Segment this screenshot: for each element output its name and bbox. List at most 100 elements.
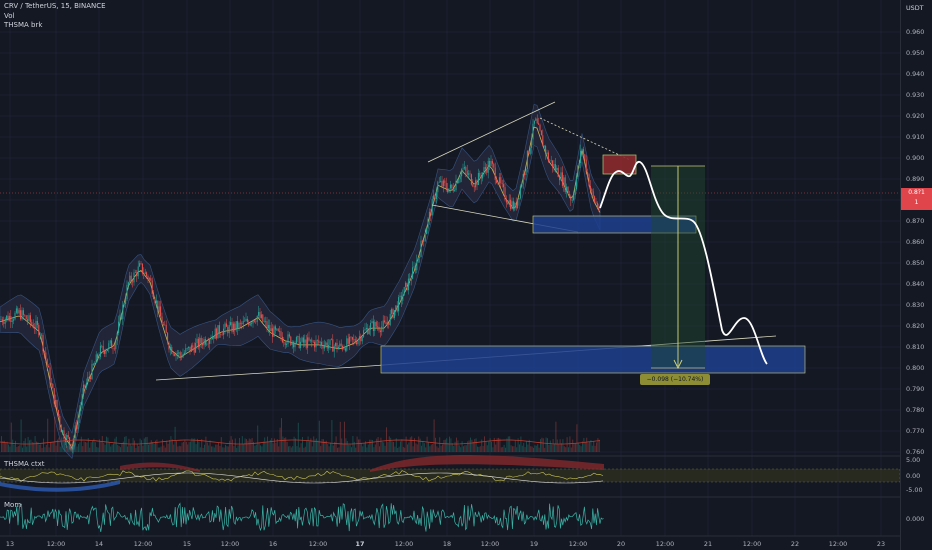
volume-bar [304, 446, 306, 452]
volume-bar [86, 442, 88, 452]
volume-bar [344, 421, 345, 452]
thsma-indicator-label[interactable]: THSMA brk [4, 21, 106, 31]
volume-bar [176, 441, 177, 452]
candle-body [119, 314, 121, 322]
volume-bar [180, 446, 182, 452]
volume-bar [209, 440, 211, 452]
candle-body [533, 120, 535, 124]
volume-bar [51, 442, 53, 452]
candle-body [329, 339, 331, 345]
candle-body [504, 187, 506, 200]
price-chart[interactable] [0, 0, 932, 550]
candle-body [15, 308, 17, 313]
volume-bar [227, 446, 229, 452]
volume-bar [327, 444, 329, 452]
candle-body [413, 266, 415, 268]
time-label: 12:00 [46, 540, 66, 548]
symbol-title[interactable]: CRV / TetherUS, 15, BINANCE [4, 2, 106, 12]
candle-body [7, 315, 9, 321]
momentum-axis-label: 0.000 [906, 515, 925, 523]
candle-body [449, 184, 451, 189]
volume-bar [185, 441, 187, 452]
volume-bar [531, 446, 533, 452]
volume-bar [169, 439, 170, 452]
oscillator-pane-label[interactable]: THSMA ctxt [4, 460, 45, 468]
candle-body [343, 348, 345, 350]
candle-body [193, 347, 195, 353]
volume-indicator-label[interactable]: Vol [4, 12, 106, 22]
volume-bar [281, 418, 282, 452]
candle-body [50, 383, 52, 385]
volume-bar [533, 447, 534, 452]
candle-body [246, 318, 248, 323]
volume-bar [337, 447, 338, 452]
candle-body [78, 411, 80, 418]
candle-body [539, 124, 541, 131]
volume-bar [575, 443, 576, 452]
volume-bar [561, 443, 562, 452]
volume-bar [446, 438, 448, 452]
volume-bar [76, 446, 78, 452]
volume-bar [472, 441, 474, 452]
candle-body [6, 315, 8, 320]
volume-bar [127, 446, 128, 452]
volume-bar [566, 437, 568, 452]
volume-bar [239, 437, 240, 452]
volume-bar [394, 446, 396, 452]
candle-body [406, 282, 408, 291]
candle-body [216, 328, 218, 339]
candle-body [322, 345, 324, 349]
volume-bar [426, 436, 428, 452]
candle-body [385, 322, 387, 325]
volume-bar [218, 442, 219, 452]
price-label: 0.930 [906, 91, 925, 99]
candle-body [518, 198, 520, 200]
momentum-pane-label[interactable]: Mom [4, 501, 21, 509]
volume-bar [468, 440, 470, 452]
volume-bar [183, 442, 184, 452]
volume-bar [451, 443, 453, 452]
volume-bar [320, 445, 322, 452]
volume-bar [118, 446, 120, 452]
volume-bar [192, 438, 194, 452]
volume-bar [335, 436, 337, 452]
volume-bar [254, 445, 256, 452]
candle-body [245, 318, 247, 321]
candle-body [182, 354, 184, 358]
candle-body [104, 350, 106, 354]
candle-body [158, 306, 160, 312]
time-label: 21 [703, 540, 713, 548]
candle-body [559, 177, 561, 181]
volume-bar [110, 446, 112, 452]
candle-body [442, 180, 444, 187]
candle-body [312, 341, 314, 343]
candle-body [567, 186, 569, 195]
candle-body [452, 188, 454, 192]
volume-bar [479, 446, 481, 452]
candle-body [568, 194, 570, 197]
candle-body [580, 150, 582, 163]
candle-body [480, 176, 482, 179]
price-label: 0.920 [906, 112, 925, 120]
candle-body [49, 367, 51, 384]
volume-bar [353, 441, 355, 452]
volume-bar [541, 437, 543, 452]
price-label: 0.870 [906, 217, 925, 225]
volume-bar [402, 446, 404, 452]
volume-bar [386, 427, 387, 452]
volume-bar [16, 446, 18, 452]
candle-body [363, 330, 365, 337]
candle-body [437, 182, 439, 193]
candle-body [22, 310, 24, 315]
candle-body [448, 188, 450, 193]
volume-bar [47, 418, 49, 452]
candle-body [262, 314, 264, 322]
candle-body [147, 275, 149, 280]
candle-body [143, 273, 145, 275]
volume-bar [332, 445, 334, 452]
candle-body [91, 363, 93, 380]
price-axis[interactable] [900, 0, 932, 550]
candle-body [482, 172, 484, 179]
candle-body [263, 321, 265, 322]
time-label: 12:00 [133, 540, 153, 548]
